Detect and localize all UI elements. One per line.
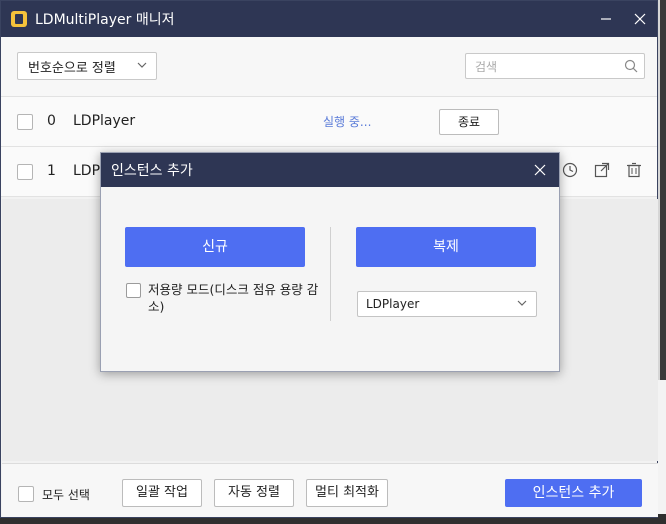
add-instance-dialog: 인스턴스 추가 신규 복제 저용량 모드(디스크 점유 용량 감소) LDPla… bbox=[100, 152, 560, 372]
multi-optimize-button[interactable]: 멀티 최적화 bbox=[306, 479, 388, 507]
instance-index: 1 bbox=[47, 163, 56, 179]
auto-sort-button[interactable]: 자동 정렬 bbox=[214, 479, 294, 507]
chevron-down-icon bbox=[136, 59, 148, 74]
instance-row: 0 LDPlayer 실행 중... 종료 bbox=[1, 97, 657, 147]
chevron-down-icon bbox=[516, 297, 528, 312]
dialog-divider bbox=[330, 227, 331, 321]
toolbar: 번호순으로 정렬 검색 bbox=[1, 37, 657, 97]
copy-instance-button[interactable]: 복제 bbox=[356, 227, 536, 267]
dialog-close-button[interactable] bbox=[527, 157, 553, 183]
instance-status: 실행 중... bbox=[323, 115, 372, 129]
dialog-title: 인스턴스 추가 bbox=[111, 163, 193, 179]
new-instance-button[interactable]: 신규 bbox=[125, 227, 305, 267]
minimize-button[interactable] bbox=[589, 1, 623, 37]
instance-index: 0 bbox=[47, 113, 56, 129]
window-title: LDMultiPlayer 매니저 bbox=[35, 12, 175, 28]
select-all-checkbox[interactable] bbox=[18, 486, 34, 502]
dialog-titlebar: 인스턴스 추가 bbox=[101, 153, 559, 187]
background-window-right bbox=[658, 380, 666, 524]
instance-checkbox[interactable] bbox=[17, 164, 33, 180]
stop-button[interactable]: 종료 bbox=[439, 109, 499, 135]
select-all-label: 모두 선택 bbox=[42, 488, 90, 502]
instance-checkbox[interactable] bbox=[17, 114, 33, 130]
minimize-icon bbox=[601, 18, 611, 20]
low-storage-checkbox[interactable] bbox=[126, 283, 141, 298]
instance-actions bbox=[561, 161, 643, 179]
sort-select-value: 번호순으로 정렬 bbox=[28, 60, 116, 76]
close-button[interactable] bbox=[623, 1, 657, 37]
copy-source-select[interactable]: LDPlayer bbox=[357, 291, 537, 317]
copy-source-value: LDPlayer bbox=[366, 297, 420, 311]
add-instance-button[interactable]: 인스턴스 추가 bbox=[505, 479, 642, 507]
close-icon bbox=[634, 13, 646, 25]
export-icon[interactable] bbox=[593, 161, 611, 179]
titlebar: LDMultiPlayer 매니저 bbox=[1, 1, 657, 37]
close-icon bbox=[534, 164, 546, 176]
instance-name: LDPlayer bbox=[73, 113, 136, 129]
batch-action-button[interactable]: 일괄 작업 bbox=[122, 479, 202, 507]
trash-icon[interactable] bbox=[625, 161, 643, 179]
search-input[interactable]: 검색 bbox=[465, 53, 645, 79]
sort-select[interactable]: 번호순으로 정렬 bbox=[17, 52, 157, 80]
search-placeholder: 검색 bbox=[475, 60, 498, 74]
history-icon[interactable] bbox=[561, 161, 579, 179]
instance-name: LDP bbox=[73, 163, 101, 179]
search-icon[interactable] bbox=[624, 59, 638, 73]
app-logo-icon bbox=[11, 11, 27, 27]
footer: 모두 선택 일괄 작업 자동 정렬 멀티 최적화 인스턴스 추가 bbox=[2, 463, 658, 517]
low-storage-label: 저용량 모드(디스크 점유 용량 감소) bbox=[148, 282, 319, 314]
